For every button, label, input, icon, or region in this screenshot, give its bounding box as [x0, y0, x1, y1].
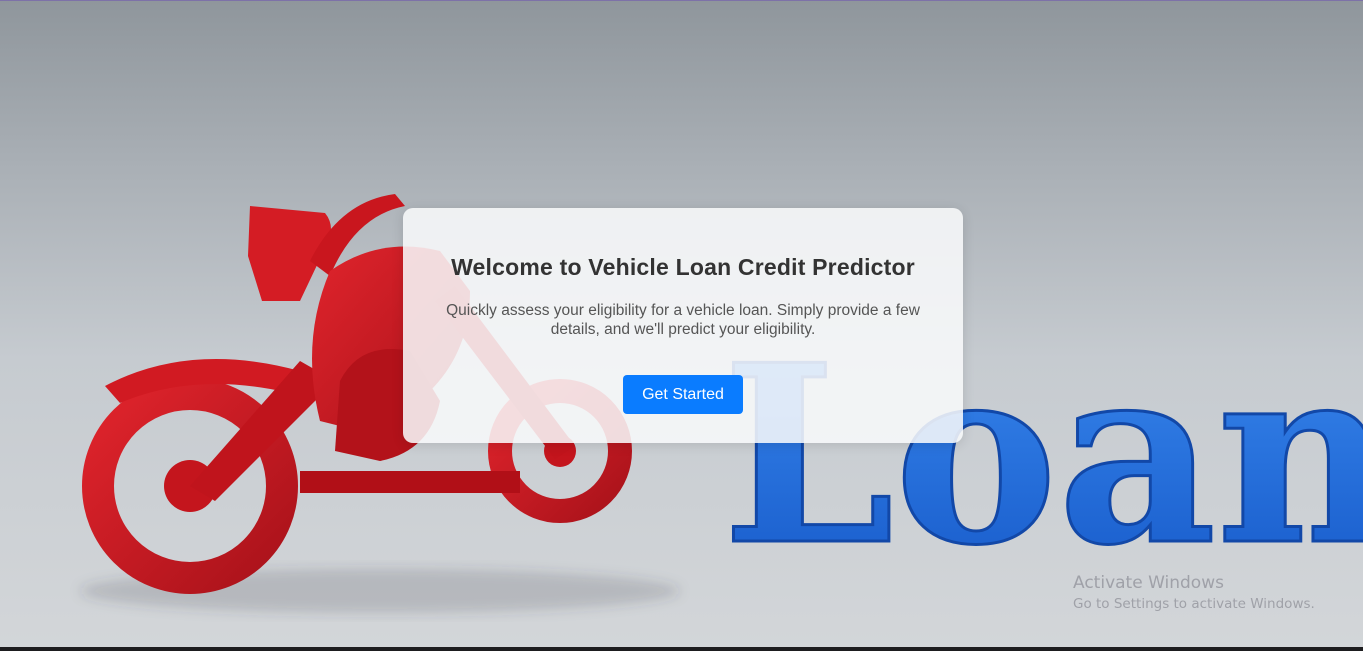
taskbar-edge	[0, 647, 1363, 651]
hero-description: Quickly assess your eligibility for a ve…	[446, 302, 920, 338]
watermark-title: Activate Windows	[1073, 573, 1224, 593]
welcome-card: Welcome to Vehicle Loan Credit Predictor…	[403, 208, 963, 443]
watermark-subtitle: Go to Settings to activate Windows.	[1073, 596, 1315, 612]
page-title: Welcome to Vehicle Loan Credit Predictor	[451, 254, 915, 280]
page: Loan Welcome to Vehicle Loan Credit Pred…	[0, 0, 1363, 651]
get-started-button[interactable]: Get Started	[623, 375, 743, 414]
windows-activation-watermark: Activate Windows Go to Settings to activ…	[1073, 572, 1315, 614]
